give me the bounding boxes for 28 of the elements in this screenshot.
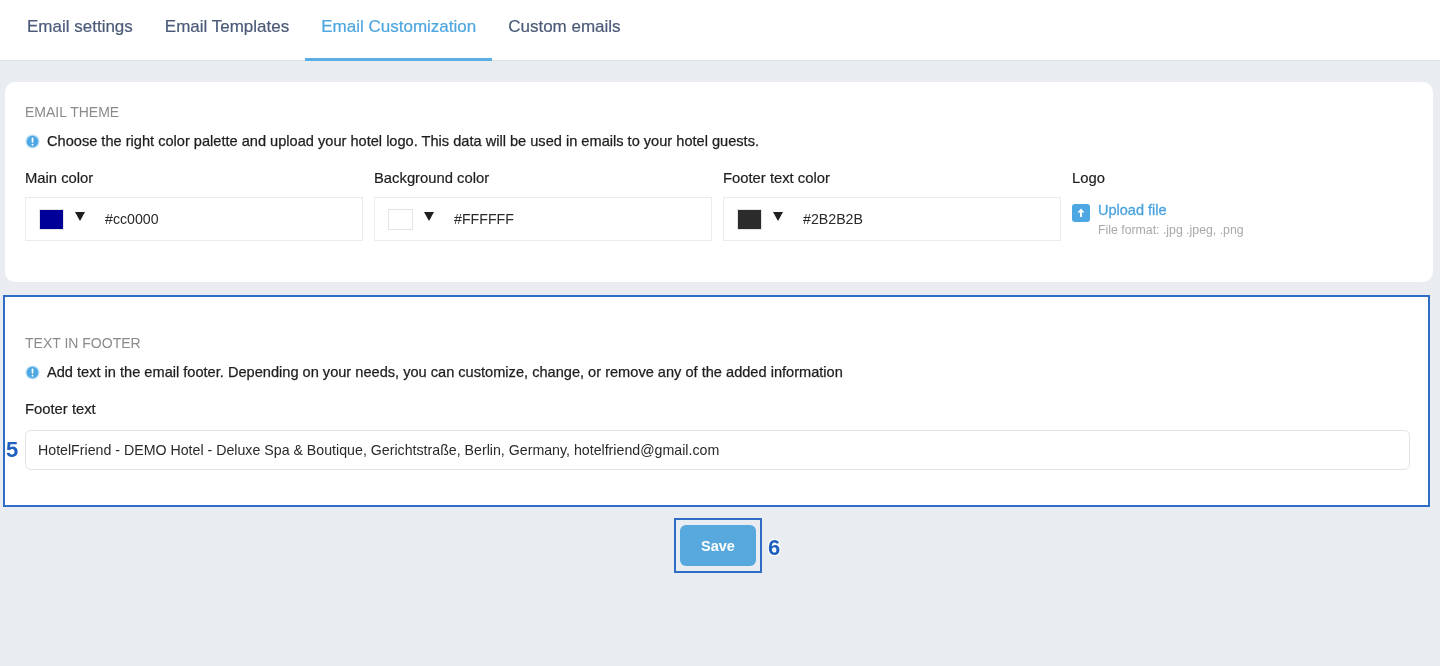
- upload-icon[interactable]: [1072, 204, 1090, 222]
- section-heading: EMAIL THEME: [25, 104, 120, 120]
- tab[interactable]: Email settings: [11, 0, 149, 61]
- color-swatch-icon: [39, 208, 64, 230]
- callout-number: 6: [768, 537, 781, 559]
- field-label: Main color: [25, 169, 94, 187]
- color-field[interactable]: #FFFFFF: [374, 197, 712, 241]
- color-field[interactable]: #cc0000: [25, 197, 363, 241]
- section-heading: TEXT IN FOOTER: [25, 335, 141, 351]
- info-text: Add text in the email footer. Depending on your needs, you can customize, change, or remove any of the added information: [47, 364, 843, 380]
- footer-text-field[interactable]: HotelFriend - DEMO Hotel - Deluxe Spa & Boutique, Gerichtstraße, Berlin, Germany, hotelfriend@gmail.com: [25, 430, 1410, 470]
- field-label: Logo: [1072, 169, 1105, 187]
- callout-number: 5: [6, 439, 19, 461]
- caret-icon: [75, 211, 85, 221]
- field-label: Footer text color: [723, 169, 830, 187]
- info-icon: [25, 133, 40, 149]
- color-swatch-icon: [737, 208, 762, 230]
- caret-icon: [773, 211, 783, 221]
- info-text: Choose the right color palette and upload your hotel logo. This data will be used in emails to your hotel guests.: [47, 133, 759, 149]
- field-label: Footer text: [25, 400, 96, 418]
- info-icon: [25, 364, 40, 380]
- tab[interactable]: Email Templates: [148, 0, 306, 61]
- caret-icon: [424, 211, 434, 221]
- tab[interactable]: Custom emails: [492, 0, 637, 61]
- field-label: Background color: [374, 169, 490, 187]
- color-field[interactable]: #2B2B2B: [723, 197, 1061, 241]
- file-format-hint: File format: .jpg .jpeg, .png: [1098, 222, 1244, 238]
- color-swatch-icon: [388, 208, 413, 230]
